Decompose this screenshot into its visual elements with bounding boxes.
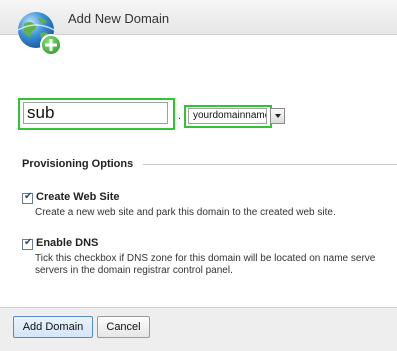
add-domain-dialog: Add New Domain . yourdomainname Provisio… — [0, 0, 397, 351]
domain-select-highlight: yourdomainname — [184, 105, 272, 128]
domain-select[interactable]: yourdomainname — [188, 108, 267, 124]
subdomain-input[interactable] — [23, 102, 168, 124]
globe-add-icon — [17, 12, 62, 56]
dialog-title: Add New Domain — [68, 11, 170, 26]
enable-dns-checkbox[interactable] — [22, 237, 33, 250]
domain-separator: . — [178, 110, 182, 122]
subdomain-highlight — [18, 98, 175, 130]
section-divider — [143, 164, 397, 165]
dialog-footer: Add Domain Cancel — [0, 307, 397, 351]
enable-dns-description-line1: Tick this checkbox if DNS zone for this … — [35, 253, 376, 264]
dialog-header: Add New Domain — [0, 0, 397, 72]
chevron-down-icon[interactable] — [270, 108, 285, 124]
enable-dns-label[interactable]: Enable DNS — [36, 237, 98, 249]
create-web-site-label[interactable]: Create Web Site — [36, 191, 120, 203]
enable-dns-description: Tick this checkbox if DNS zone for this … — [35, 253, 397, 277]
create-web-site-description: Create a new web site and park this doma… — [35, 207, 336, 218]
add-domain-button[interactable]: Add Domain — [13, 316, 93, 338]
cancel-button[interactable]: Cancel — [97, 316, 150, 338]
provisioning-options-title: Provisioning Options — [22, 158, 134, 170]
create-web-site-checkbox[interactable] — [22, 191, 33, 204]
enable-dns-description-line2: servers in the domain registrar control … — [35, 265, 233, 276]
